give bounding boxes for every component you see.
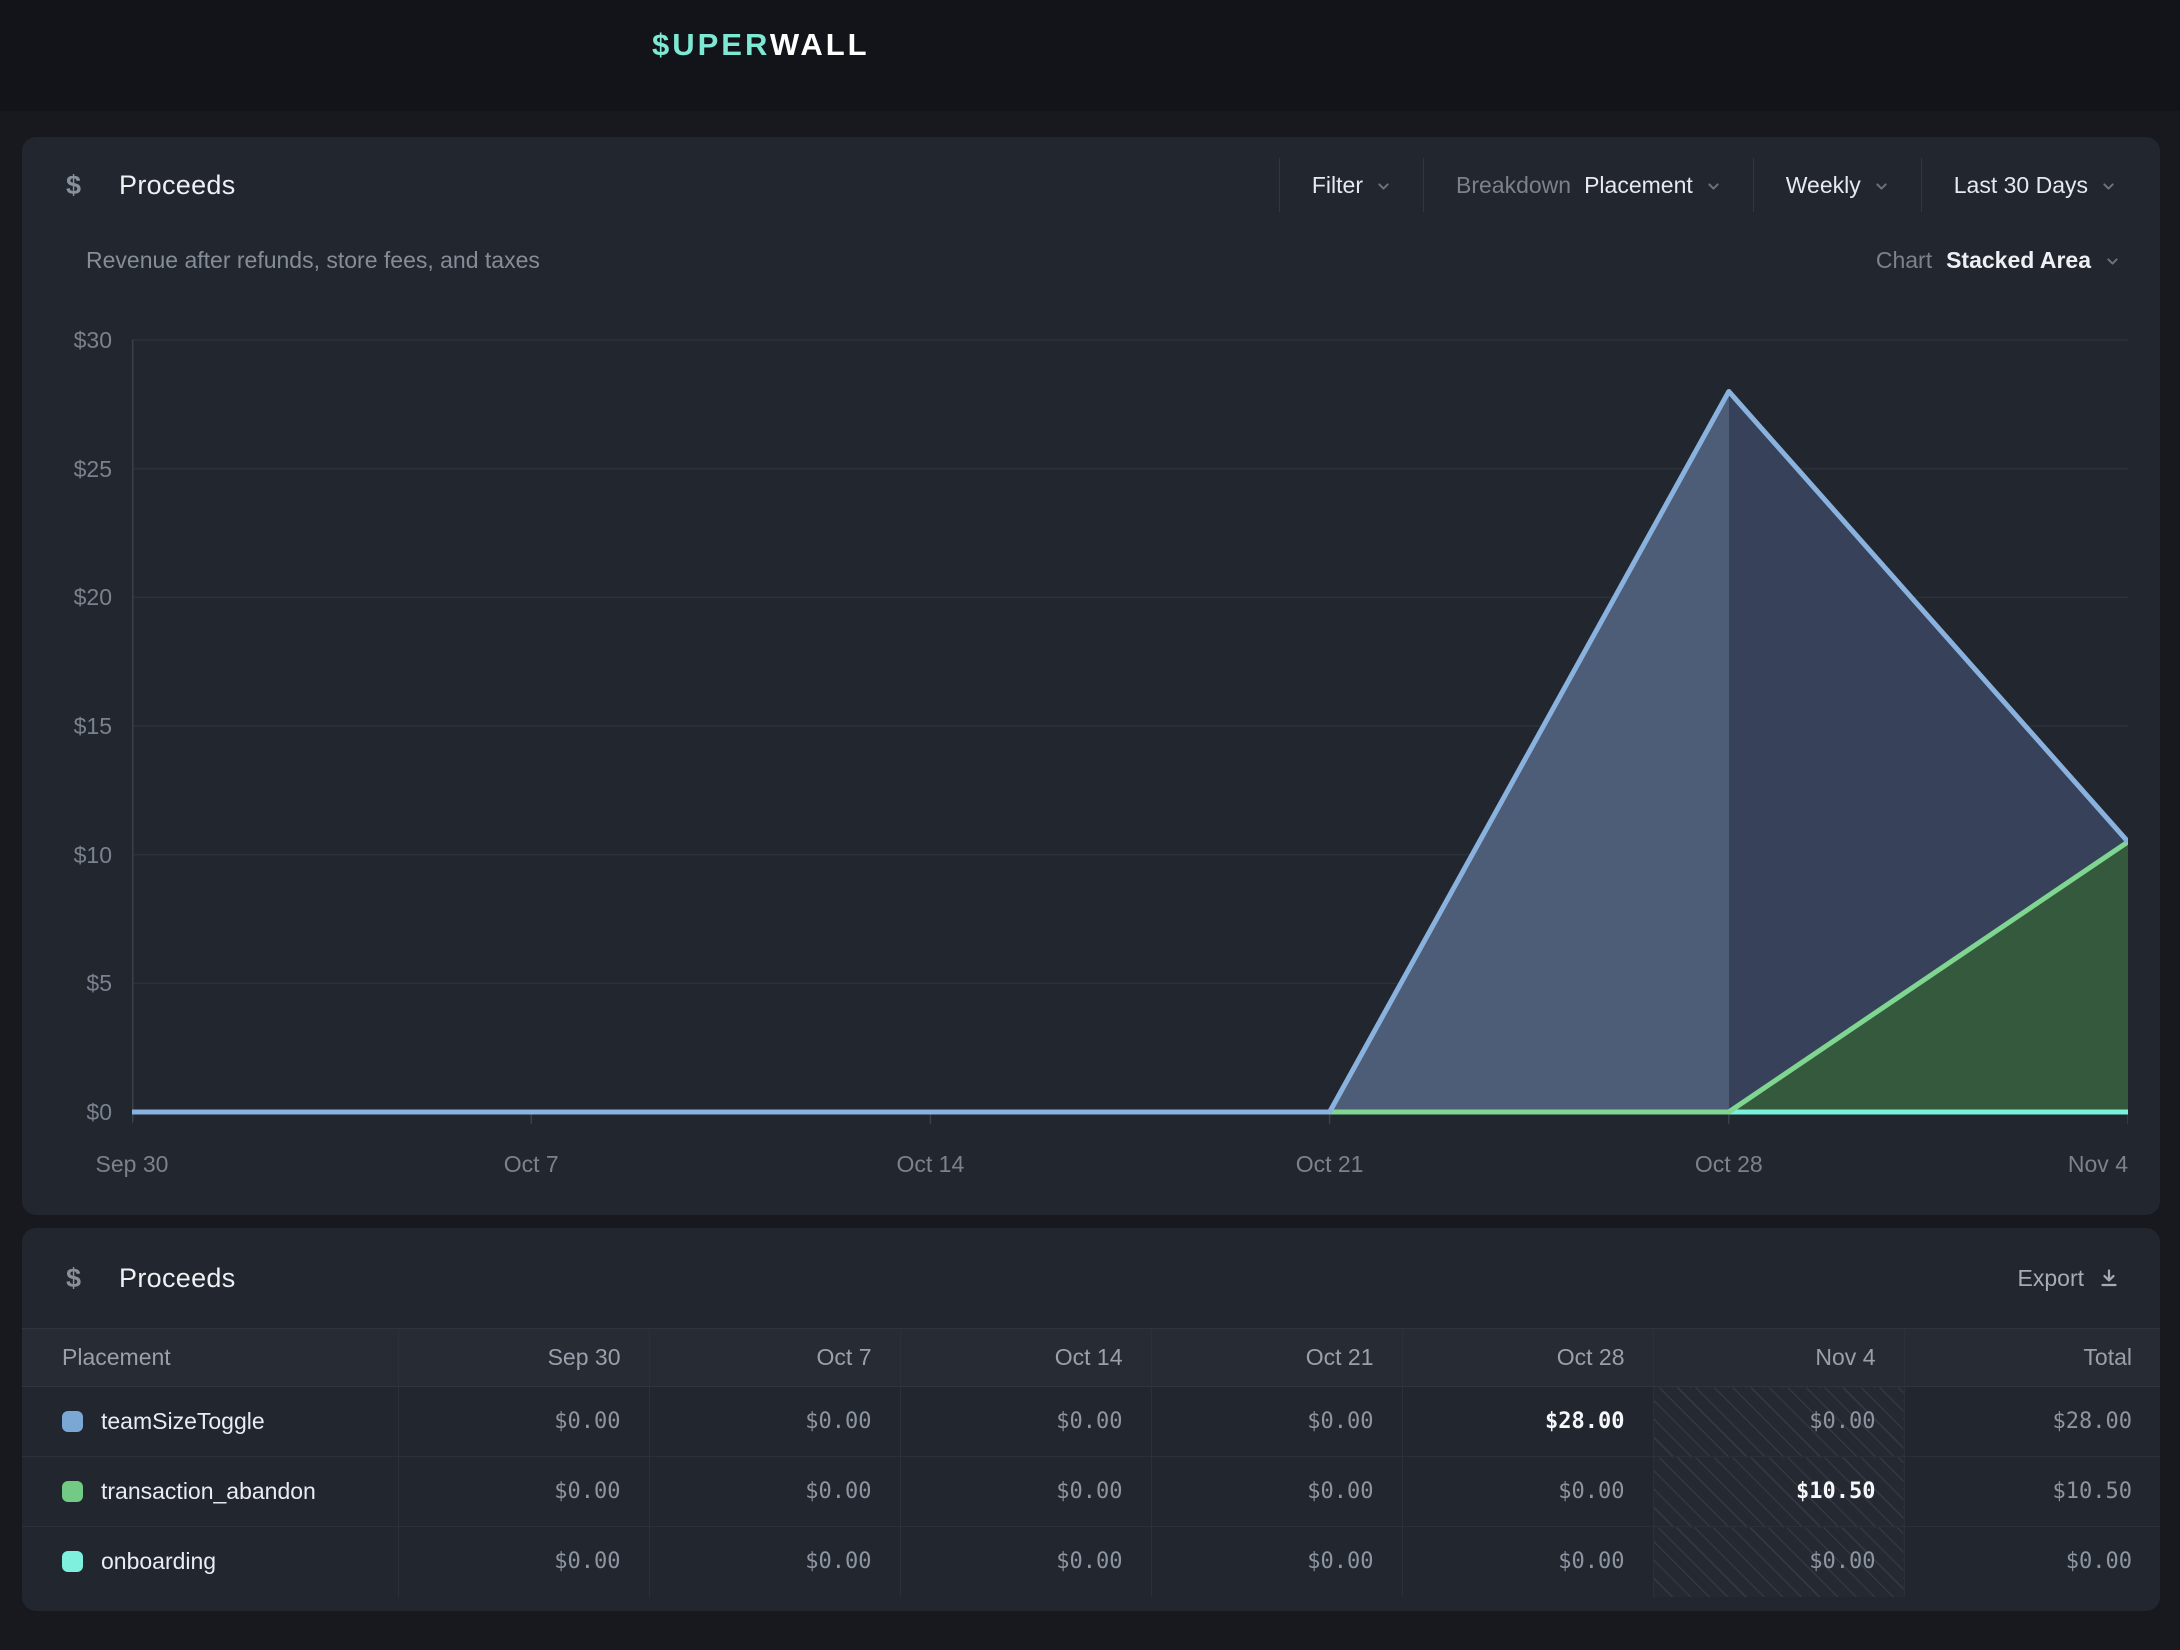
value-cell: $0.00	[398, 1387, 649, 1457]
value-cell: $0.00	[1653, 1527, 1904, 1597]
chart-type-dropdown[interactable]: Chart Stacked Area	[1876, 247, 2120, 274]
chevron-down-icon	[1706, 179, 1721, 194]
series-color-swatch	[62, 1481, 83, 1502]
placement-label: teamSizeToggle	[101, 1408, 265, 1435]
chevron-down-icon	[1376, 179, 1391, 194]
y-axis-label: $5	[28, 968, 112, 998]
value-cell: $0.00	[1402, 1527, 1653, 1597]
value-cell: $28.00	[1402, 1387, 1653, 1457]
placement-label: onboarding	[101, 1548, 216, 1575]
x-axis-label: Nov 4	[1988, 1149, 2128, 1179]
value-cell: $28.00	[1904, 1387, 2160, 1457]
chart-panel-title-group: $ Proceeds	[66, 170, 236, 201]
column-header-oct-7: Oct 7	[649, 1329, 900, 1387]
y-axis-label: $0	[28, 1097, 112, 1127]
date-range-dropdown[interactable]: Last 30 Days	[1922, 172, 2120, 199]
stacked-area-chart[interactable]	[132, 335, 2128, 1125]
column-header-nov-4: Nov 4	[1653, 1329, 1904, 1387]
proceeds-table: PlacementSep 30Oct 7Oct 14Oct 21Oct 28No…	[22, 1328, 2160, 1597]
logo-accent-text: $UPER	[652, 27, 770, 62]
x-axis-label: Oct 21	[1260, 1149, 1400, 1179]
chart-type-label: Chart	[1876, 247, 1932, 274]
proceeds-chart-panel: $ Proceeds Filter Breakdown Placement We…	[22, 137, 2160, 1215]
y-axis-label: $10	[28, 840, 112, 870]
value-cell: $0.00	[1151, 1527, 1402, 1597]
chevron-down-icon	[1874, 179, 1889, 194]
filter-dropdown[interactable]: Filter	[1280, 172, 1423, 199]
value-cell: $0.00	[649, 1457, 900, 1527]
column-header-total: Total	[1904, 1329, 2160, 1387]
value-cell: $0.00	[1402, 1457, 1653, 1527]
column-header-oct-14: Oct 14	[900, 1329, 1151, 1387]
interval-value: Weekly	[1786, 172, 1861, 199]
top-nav-bar: $UPERWALL	[0, 0, 2180, 111]
interval-dropdown[interactable]: Weekly	[1754, 172, 1921, 199]
logo-rest-text: WALL	[770, 27, 870, 62]
table-row: transaction_abandon$0.00$0.00$0.00$0.00$…	[22, 1457, 2160, 1527]
x-axis-label: Oct 28	[1659, 1149, 1799, 1179]
chart-subtitle: Revenue after refunds, store fees, and t…	[86, 247, 540, 274]
value-cell: $0.00	[649, 1527, 900, 1597]
download-icon	[2098, 1267, 2120, 1289]
value-cell: $0.00	[398, 1457, 649, 1527]
y-axis-label: $15	[28, 711, 112, 741]
column-header-sep-30: Sep 30	[398, 1329, 649, 1387]
table-panel-title-group: $ Proceeds	[66, 1263, 236, 1294]
table-row: onboarding$0.00$0.00$0.00$0.00$0.00$0.00…	[22, 1527, 2160, 1597]
placement-cell[interactable]: onboarding	[22, 1527, 398, 1597]
chart-type-value: Stacked Area	[1946, 247, 2091, 274]
area-teamSizeToggle	[132, 391, 2128, 1112]
chevron-down-icon	[2105, 254, 2120, 269]
breakdown-dropdown[interactable]: Breakdown Placement	[1424, 172, 1753, 199]
series-color-swatch	[62, 1411, 83, 1432]
dollar-icon: $	[66, 1263, 81, 1294]
value-cell: $0.00	[900, 1527, 1151, 1597]
date-range-value: Last 30 Days	[1954, 172, 2088, 199]
value-cell: $10.50	[1904, 1457, 2160, 1527]
table-panel-header: $ Proceeds Export	[22, 1228, 2160, 1328]
placement-cell[interactable]: teamSizeToggle	[22, 1387, 398, 1457]
value-cell: $0.00	[1904, 1527, 2160, 1597]
dollar-icon: $	[66, 170, 81, 201]
y-axis-label: $20	[28, 582, 112, 612]
value-cell: $0.00	[398, 1527, 649, 1597]
column-header-placement: Placement	[22, 1329, 398, 1387]
superwall-logo[interactable]: $UPERWALL	[652, 28, 870, 62]
page: $UPERWALL $ Proceeds Filter Breakdown Pl…	[0, 0, 2180, 1650]
x-axis-label: Oct 7	[461, 1149, 601, 1179]
y-axis-label: $25	[28, 454, 112, 484]
chart-panel-title: Proceeds	[119, 170, 235, 201]
value-cell: $0.00	[1151, 1387, 1402, 1457]
value-cell: $0.00	[1151, 1457, 1402, 1527]
chart-header-controls: Filter Breakdown Placement Weekly Last 3…	[1279, 157, 2120, 213]
export-button[interactable]: Export	[2018, 1265, 2120, 1292]
value-cell: $0.00	[900, 1457, 1151, 1527]
breakdown-value: Placement	[1584, 172, 1693, 199]
value-cell: $0.00	[1653, 1387, 1904, 1457]
value-cell: $10.50	[1653, 1457, 1904, 1527]
export-label: Export	[2018, 1265, 2084, 1292]
chart-panel-header: $ Proceeds Filter Breakdown Placement We…	[22, 137, 2160, 233]
value-cell: $0.00	[900, 1387, 1151, 1457]
chevron-down-icon	[2101, 179, 2116, 194]
table-panel-title: Proceeds	[119, 1263, 235, 1294]
placement-label: transaction_abandon	[101, 1478, 316, 1505]
x-axis-label: Sep 30	[62, 1149, 202, 1179]
y-axis-label: $30	[28, 325, 112, 355]
value-cell: $0.00	[649, 1387, 900, 1457]
proceeds-table-panel: $ Proceeds Export PlacementSep 30Oct 7Oc…	[22, 1228, 2160, 1611]
table-header-row: PlacementSep 30Oct 7Oct 14Oct 21Oct 28No…	[22, 1329, 2160, 1387]
table-row: teamSizeToggle$0.00$0.00$0.00$0.00$28.00…	[22, 1387, 2160, 1457]
column-header-oct-28: Oct 28	[1402, 1329, 1653, 1387]
x-axis-label: Oct 14	[860, 1149, 1000, 1179]
placement-cell[interactable]: transaction_abandon	[22, 1457, 398, 1527]
column-header-oct-21: Oct 21	[1151, 1329, 1402, 1387]
chart-subtitle-row: Revenue after refunds, store fees, and t…	[22, 233, 2160, 274]
breakdown-label: Breakdown	[1456, 172, 1571, 199]
series-color-swatch	[62, 1551, 83, 1572]
filter-label: Filter	[1312, 172, 1363, 199]
